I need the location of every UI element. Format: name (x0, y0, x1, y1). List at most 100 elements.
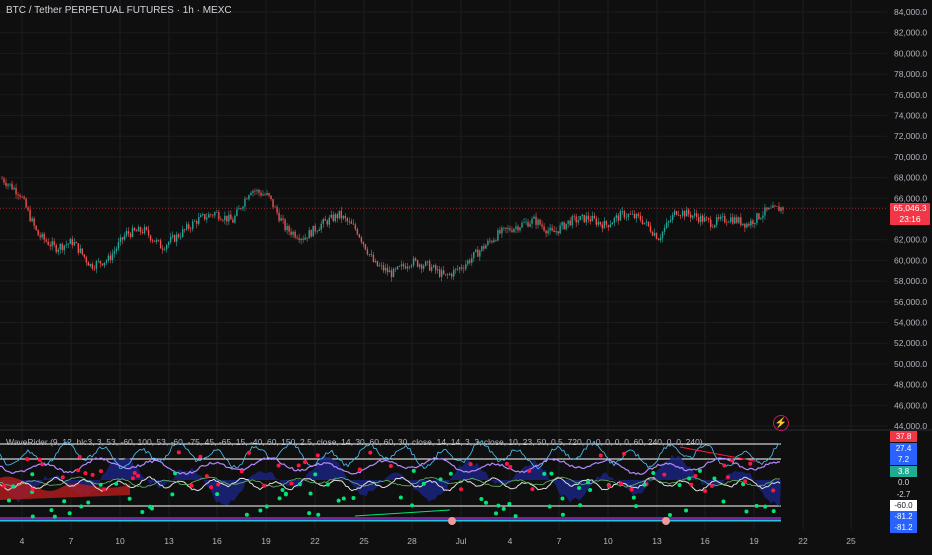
candle-body (171, 235, 174, 238)
candle-body (390, 270, 393, 278)
candle-body (382, 265, 385, 271)
last-price: 65,046.3 (893, 203, 927, 213)
price-tick-label: 74,000.0 (894, 111, 927, 121)
wave-indicator (0, 439, 781, 525)
candle-body (179, 236, 182, 238)
candle-body (392, 268, 395, 278)
candle-body (525, 221, 527, 223)
candle-body (230, 214, 232, 220)
candle-body (629, 214, 632, 215)
candle-body (653, 232, 656, 236)
signal-dot-green (479, 497, 484, 502)
candle-body (29, 210, 31, 222)
signal-dot-green (549, 471, 554, 476)
candle-body (501, 227, 503, 234)
candle-body (609, 224, 612, 228)
candle-body (708, 218, 710, 220)
signal-dot-green (30, 514, 35, 519)
signal-dot-red (2, 483, 7, 488)
candle-body (135, 230, 138, 232)
candle-body (137, 227, 140, 232)
candle-body (571, 216, 573, 226)
candle-body (151, 240, 154, 241)
candle-body (681, 210, 684, 216)
candle-body (639, 215, 642, 221)
candle-body (597, 221, 599, 225)
indicator-scale-label: 0.0 (890, 477, 917, 488)
candle-body (517, 226, 519, 231)
candle-body (503, 227, 505, 229)
indicator-scale-label: -60.0 (890, 500, 917, 511)
candle-body (673, 211, 676, 215)
candle-body (167, 242, 170, 245)
signal-dot-red (303, 460, 308, 465)
candle-body (175, 234, 178, 242)
signal-dot-red (710, 483, 715, 488)
signal-dot-green (677, 482, 682, 487)
signal-dot-green (744, 509, 749, 514)
signal-dot-green (585, 480, 590, 485)
candle-body (356, 229, 359, 235)
lightning-icon[interactable]: ⚡ (773, 415, 789, 431)
chart-area[interactable]: 84,000.0 82,000.0 80,000.0 78,000.0 76,000.0… (0, 0, 932, 550)
candle-body (703, 217, 706, 222)
signal-dot-red (629, 487, 634, 492)
signal-dot-green (763, 504, 768, 509)
price-chart[interactable]: 84,000.0 82,000.0 80,000.0 78,000.0 76,000.0… (0, 0, 932, 550)
candle-body (368, 254, 371, 255)
candle-body (756, 213, 758, 223)
candle-body (17, 194, 19, 196)
candle-body (103, 262, 106, 266)
divergence-line (354, 509, 451, 517)
candle-body (204, 214, 206, 220)
candle-body (619, 211, 622, 221)
candle-body (53, 241, 55, 245)
signal-dot-green (411, 468, 416, 473)
candle-body (671, 214, 674, 221)
signal-dot-green (398, 495, 403, 500)
candle-body (699, 215, 702, 223)
candle-body (579, 216, 581, 221)
candle-body (338, 210, 340, 219)
candle-body (312, 225, 314, 237)
candle-body (139, 227, 142, 233)
signal-dot-red (508, 464, 513, 469)
price-tick-label: 46,000.0 (894, 400, 927, 410)
candle-body (266, 193, 268, 195)
signal-dot-green (140, 509, 145, 514)
price-tick-label: 80,000.0 (894, 48, 927, 58)
candle-body (129, 233, 132, 237)
price-tick-label: 50,000.0 (894, 359, 927, 369)
candle-body (206, 217, 208, 220)
signal-dot-red (703, 488, 708, 493)
candle-body (115, 248, 118, 252)
candle-body (5, 182, 7, 186)
candle-body (226, 215, 228, 222)
time-tick-label: 22 (798, 536, 808, 546)
candle-body (655, 232, 658, 239)
candle-body (509, 228, 511, 231)
signal-dot-red (30, 487, 35, 492)
candle-body (324, 219, 326, 221)
candle-body (280, 218, 282, 221)
candle-body (384, 267, 387, 271)
time-tick-label: 10 (115, 536, 125, 546)
candle-body (210, 214, 212, 215)
candle-body (159, 240, 162, 249)
candle-body (593, 215, 595, 219)
indicator-scale-label: 27.4 (890, 443, 917, 454)
candle-body (13, 187, 15, 190)
signal-dot-green (633, 504, 638, 509)
time-tick-label: 22 (310, 536, 320, 546)
signal-dot-green (754, 503, 759, 508)
candle-body (59, 244, 61, 250)
candle-body (744, 223, 746, 228)
indicator-scale-label: -81.2 (890, 511, 917, 522)
time-tick-label: 28 (407, 536, 417, 546)
candle-body (153, 240, 156, 242)
signal-dot-red (130, 476, 135, 481)
candle-body (499, 230, 501, 234)
candle-body (473, 251, 475, 259)
candle-body (651, 231, 654, 236)
candle-body (318, 229, 320, 231)
